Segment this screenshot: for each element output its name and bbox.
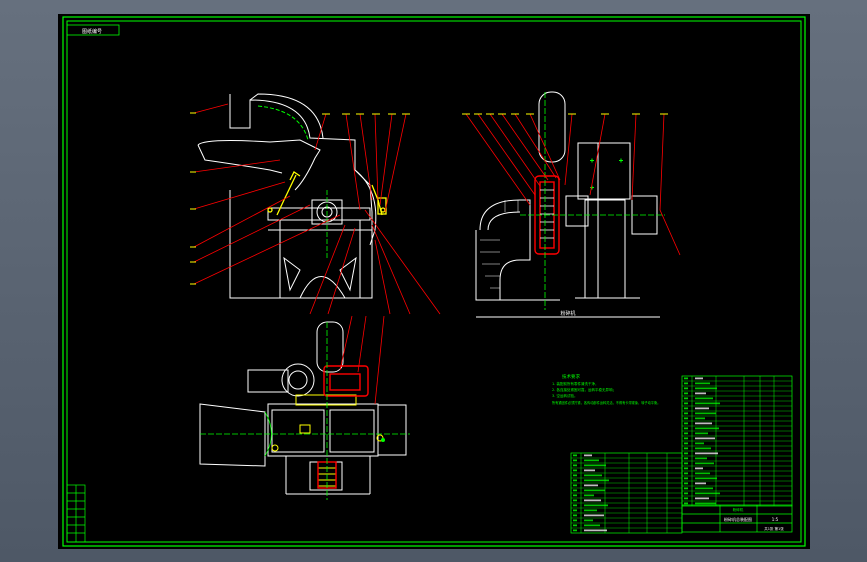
bom-cell-number: [573, 474, 577, 477]
bom-cell-number: [573, 469, 577, 472]
bom-cell-number: [573, 494, 577, 497]
bom-cell-number: [684, 392, 688, 395]
bom-cell-number: [573, 454, 577, 457]
bom-cell-text: [584, 469, 595, 472]
tech-title: 技术要求: [562, 373, 580, 380]
bom-cell-text: [695, 422, 712, 425]
bom-cell-text: [584, 509, 597, 512]
bom-cell-text: [584, 494, 594, 497]
cad-viewport: 图纸编号 粉碎机 技术要求 1. 装配前所有零件清洗干净， 2. 各连接处紧固可…: [0, 0, 867, 562]
bom-cell-number: [684, 432, 688, 435]
top-green-marker: [381, 438, 385, 442]
bom-cell-number: [684, 457, 688, 460]
bom-cell-number: [684, 447, 688, 450]
bom-cell-number: [684, 462, 688, 465]
bom-cell-text: [695, 497, 709, 500]
tech-line-3: 3. 空运转试验。: [552, 393, 577, 398]
bom-cell-text: [584, 489, 605, 492]
bom-cell-text: [695, 502, 716, 505]
bom-cell-number: [573, 524, 577, 527]
bom-cell-text: [695, 487, 713, 490]
bom-cell-number: [684, 497, 688, 500]
bom-cell-text: [695, 427, 719, 430]
bom-cell-number: [573, 479, 577, 482]
title-block-label: 粉碎机: [733, 507, 744, 512]
bom-cell-text: [584, 484, 598, 487]
bom-cell-number: [684, 417, 688, 420]
bom-cell-text: [584, 504, 608, 507]
bom-cell-number: [684, 422, 688, 425]
bom-cell-text: [695, 467, 703, 470]
bom-cell-number: [684, 427, 688, 430]
bom-cell-number: [573, 529, 577, 532]
bom-cell-number: [684, 452, 688, 455]
bom-cell-text: [695, 472, 710, 475]
tech-line-2: 2. 各连接处紧固可靠，运转平稳无异响；: [552, 387, 616, 392]
bom-cell-text: [695, 392, 706, 395]
bom-cell-text: [695, 432, 708, 435]
bom-cell-number: [684, 502, 688, 505]
bom-cell-text: [584, 479, 609, 482]
tech-line-4: 所有紧固件必须拧紧，各传动部件运转灵活，不得有卡滞现象，转子动平衡。: [552, 400, 660, 405]
bom-cell-text: [695, 407, 709, 410]
bom-cell-text: [695, 452, 718, 455]
bom-cell-number: [573, 459, 577, 462]
bom-cell-text: [695, 402, 720, 405]
top-left-tag-text: 图纸编号: [82, 28, 102, 35]
bom-cell-text: [695, 382, 710, 385]
bom-cell-number: [573, 484, 577, 487]
bom-cell-text: [584, 459, 599, 462]
bom-cell-number: [684, 467, 688, 470]
title-block-name: 粉碎机总装配图: [724, 516, 752, 522]
bom-cell-number: [684, 407, 688, 410]
bom-cell-text: [584, 499, 601, 502]
bom-cell-text: [695, 412, 716, 415]
bom-cell-text: [584, 519, 593, 522]
bom-cell-text: [695, 442, 704, 445]
bom-cell-text: [695, 397, 713, 400]
bom-cell-text: [695, 462, 714, 465]
bom-cell-number: [573, 464, 577, 467]
bom-cell-text: [695, 482, 706, 485]
bom-cell-number: [684, 472, 688, 475]
bom-cell-number: [684, 492, 688, 495]
side-view-label: 粉碎机: [560, 310, 575, 317]
bom-cell-text: [695, 492, 720, 495]
title-block-scale: 1:5: [772, 517, 779, 522]
title-block-sheet: 共1张 第1张: [764, 526, 784, 531]
bom-cell-text: [584, 514, 604, 517]
bom-cell-text: [584, 454, 592, 457]
bom-cell-number: [684, 412, 688, 415]
bom-cell-number: [684, 482, 688, 485]
bom-cell-number: [684, 382, 688, 385]
bom-cell-number: [573, 514, 577, 517]
drawing-sheet[interactable]: 图纸编号 粉碎机 技术要求 1. 装配前所有零件清洗干净， 2. 各连接处紧固可…: [0, 0, 867, 562]
bom-cell-number: [573, 499, 577, 502]
bom-cell-number: [684, 442, 688, 445]
bom-cell-text: [584, 524, 600, 527]
bom-cell-text: [695, 447, 711, 450]
bom-cell-number: [684, 397, 688, 400]
bom-cell-number: [684, 487, 688, 490]
bom-cell-number: [684, 477, 688, 480]
bom-cell-text: [695, 477, 717, 480]
bom-cell-number: [684, 377, 688, 380]
bom-cell-text: [584, 464, 606, 467]
bom-cell-text: [695, 437, 715, 440]
bom-cell-text: [695, 377, 703, 380]
bom-cell-number: [684, 387, 688, 390]
tech-line-1: 1. 装配前所有零件清洗干净，: [552, 381, 598, 386]
bom-cell-text: [695, 457, 707, 460]
bom-cell-number: [573, 504, 577, 507]
bom-cell-number: [684, 437, 688, 440]
bom-cell-text: [584, 474, 602, 477]
bom-cell-number: [573, 509, 577, 512]
bom-cell-number: [684, 402, 688, 405]
bom-cell-number: [573, 519, 577, 522]
bom-cell-text: [695, 387, 717, 390]
bom-cell-text: [695, 417, 705, 420]
bom-cell-number: [573, 489, 577, 492]
bom-cell-text: [584, 529, 607, 532]
